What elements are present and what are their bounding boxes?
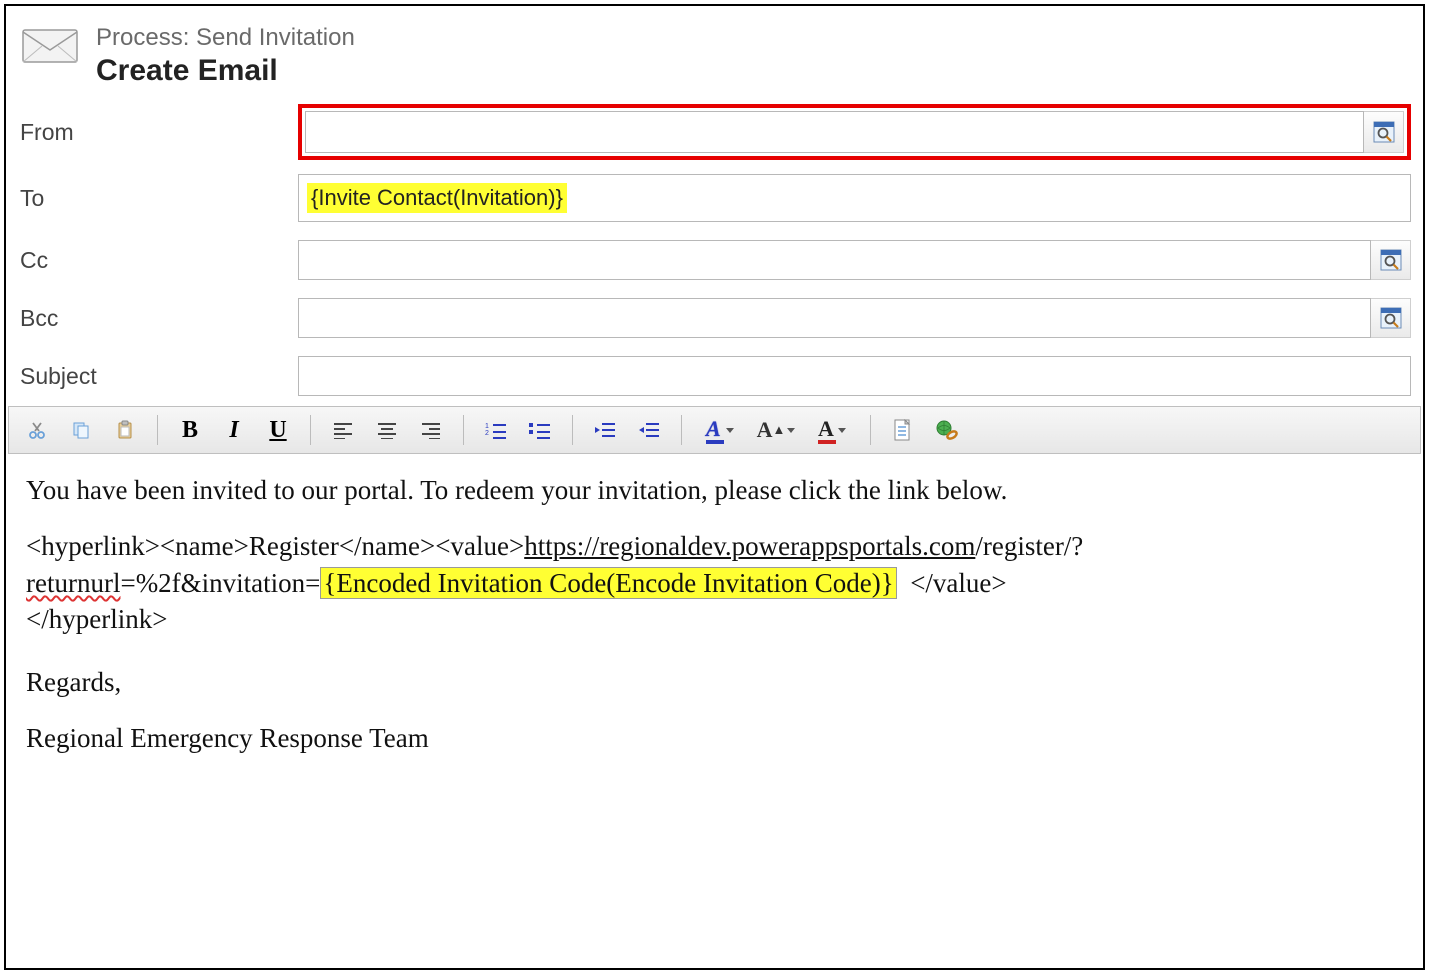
header-text: Process: Send Invitation Create Email — [96, 24, 355, 88]
from-input[interactable] — [305, 111, 1364, 153]
toolbar-separator — [870, 415, 871, 445]
indent-icon — [638, 421, 660, 439]
globe-link-icon — [935, 419, 959, 441]
bcc-row: Bcc — [18, 298, 1411, 338]
page-title: Create Email — [96, 54, 355, 88]
align-center-icon — [377, 421, 397, 439]
header: Process: Send Invitation Create Email — [6, 6, 1423, 100]
numbered-list-button[interactable]: 12 — [478, 412, 514, 448]
copy-icon — [71, 420, 91, 440]
bulleted-list-button[interactable] — [522, 412, 558, 448]
bcc-input[interactable] — [298, 298, 1371, 338]
invitation-code-chip[interactable]: {Encoded Invitation Code(Encode Invitati… — [320, 567, 896, 599]
align-left-button[interactable] — [325, 412, 361, 448]
toolbar-separator — [310, 415, 311, 445]
font-color-icon: A — [818, 416, 846, 444]
underline-icon: U — [269, 417, 286, 444]
body-signature: Regional Emergency Response Team — [26, 720, 1403, 756]
body-hyperlink-block: <hyperlink><name>Register</name><value>h… — [26, 528, 1403, 637]
align-center-button[interactable] — [369, 412, 405, 448]
bcc-label: Bcc — [18, 305, 298, 332]
indent-button[interactable] — [631, 412, 667, 448]
form-area: From To {Invite Contact(Invitation)} — [6, 100, 1423, 396]
lookup-icon — [1380, 249, 1402, 271]
to-row: To {Invite Contact(Invitation)} — [18, 174, 1411, 222]
from-lookup-button[interactable] — [1364, 111, 1404, 153]
cut-button[interactable] — [19, 412, 55, 448]
editor-toolbar: B I U 12 A A▲ — [8, 406, 1421, 454]
outdent-button[interactable] — [587, 412, 623, 448]
subject-label: Subject — [18, 363, 298, 390]
subject-input[interactable] — [298, 356, 1411, 396]
from-row: From — [18, 104, 1411, 160]
cc-lookup-button[interactable] — [1371, 240, 1411, 280]
body-regards: Regards, — [26, 664, 1403, 700]
svg-text:1: 1 — [485, 423, 489, 430]
body-line-1: You have been invited to our portal. To … — [26, 472, 1403, 508]
scissors-icon — [27, 420, 47, 440]
italic-button[interactable]: I — [216, 412, 252, 448]
paste-button[interactable] — [107, 412, 143, 448]
from-label: From — [18, 119, 298, 146]
lookup-icon — [1380, 307, 1402, 329]
bold-button[interactable]: B — [172, 412, 208, 448]
align-right-icon — [421, 421, 441, 439]
ordered-list-icon: 12 — [485, 421, 507, 439]
bold-icon: B — [182, 417, 198, 444]
underline-button[interactable]: U — [260, 412, 296, 448]
align-left-icon — [333, 421, 353, 439]
document-icon — [893, 419, 913, 441]
process-label: Process: Send Invitation — [96, 24, 355, 52]
bcc-lookup-button[interactable] — [1371, 298, 1411, 338]
unordered-list-icon — [529, 421, 551, 439]
toolbar-separator — [463, 415, 464, 445]
to-input[interactable]: {Invite Contact(Invitation)} — [298, 174, 1411, 222]
insert-template-button[interactable] — [885, 412, 921, 448]
italic-icon: I — [229, 417, 238, 444]
outdent-icon — [594, 421, 616, 439]
font-size-button[interactable]: A▲ — [752, 412, 800, 448]
lookup-icon — [1373, 121, 1395, 143]
font-color-button[interactable]: A — [808, 412, 856, 448]
create-email-window: Process: Send Invitation Create Email Fr… — [4, 4, 1425, 970]
highlight-icon: A — [706, 416, 734, 444]
subject-row: Subject — [18, 356, 1411, 396]
toolbar-separator — [681, 415, 682, 445]
cc-row: Cc — [18, 240, 1411, 280]
svg-text:2: 2 — [485, 430, 489, 437]
to-contact-chip[interactable]: {Invite Contact(Invitation)} — [307, 183, 567, 213]
highlight-color-button[interactable]: A — [696, 412, 744, 448]
toolbar-separator — [572, 415, 573, 445]
cc-input[interactable] — [298, 240, 1371, 280]
envelope-icon — [22, 24, 78, 68]
email-body-editor[interactable]: You have been invited to our portal. To … — [6, 454, 1423, 795]
font-size-icon: A▲ — [757, 417, 796, 443]
to-label: To — [18, 185, 298, 212]
paste-icon — [115, 420, 135, 440]
toolbar-separator — [157, 415, 158, 445]
cc-label: Cc — [18, 247, 298, 274]
insert-hyperlink-button[interactable] — [929, 412, 965, 448]
align-right-button[interactable] — [413, 412, 449, 448]
copy-button[interactable] — [63, 412, 99, 448]
from-highlight-box — [298, 104, 1411, 160]
